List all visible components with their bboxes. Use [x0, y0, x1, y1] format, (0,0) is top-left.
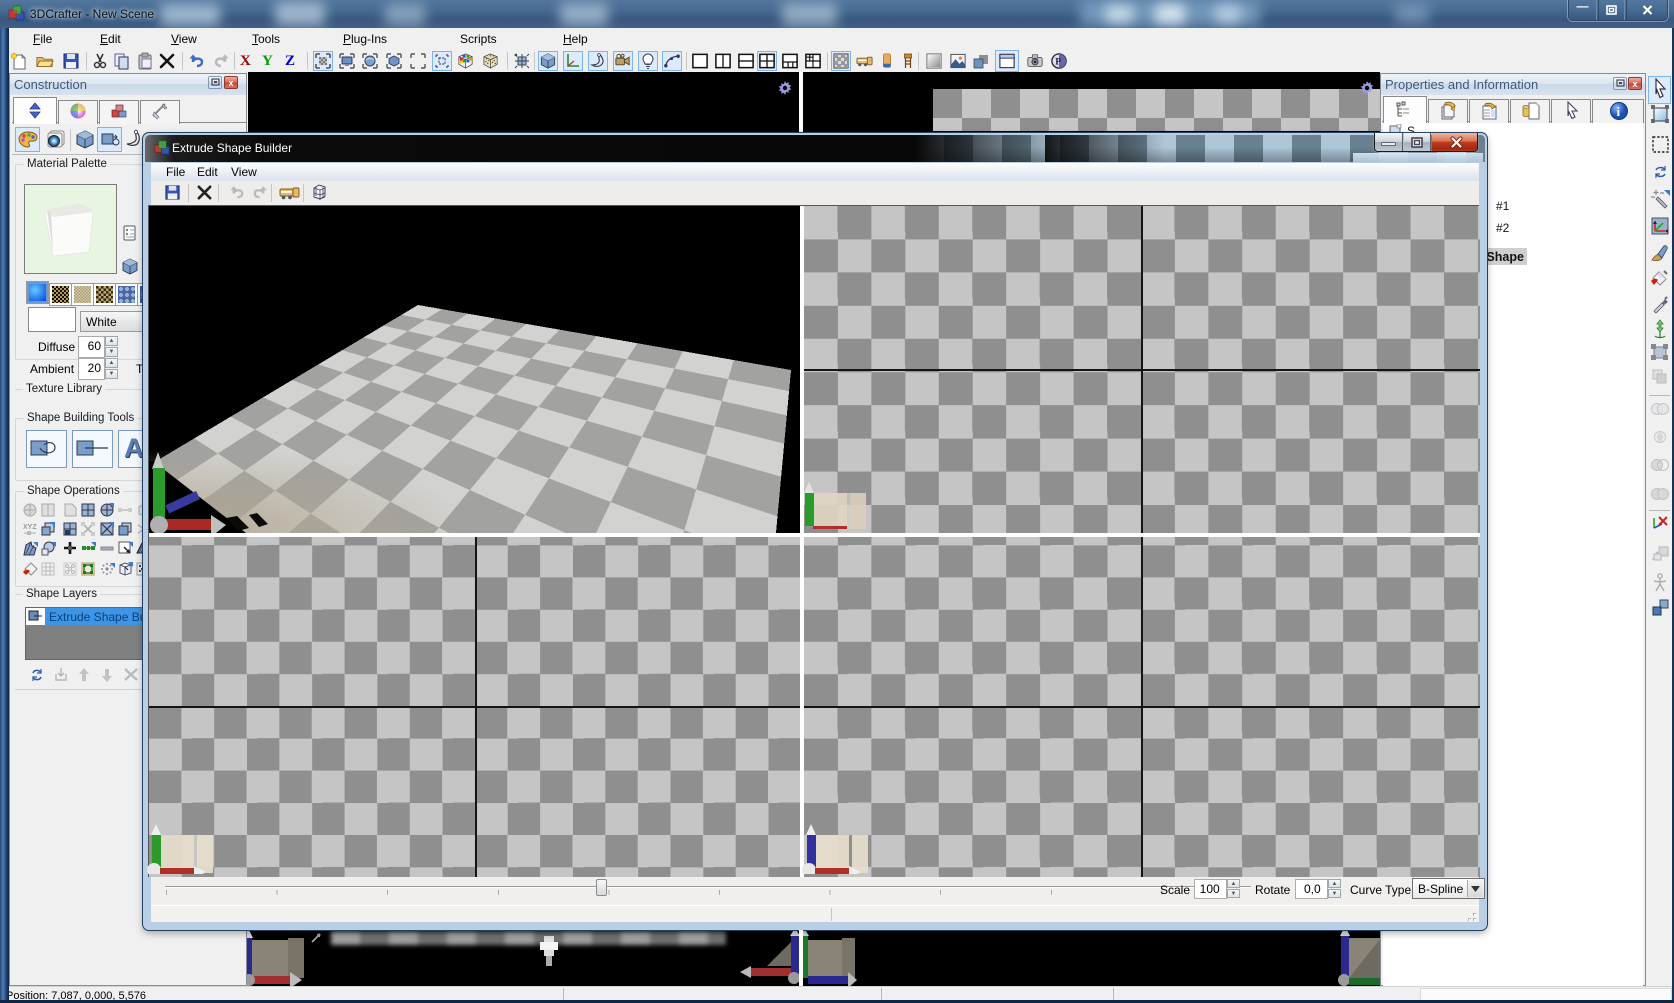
- svg-text:XYZ: XYZ: [23, 524, 37, 531]
- svg-text:P: P: [1055, 57, 1061, 67]
- svg-text:i: i: [1617, 104, 1621, 119]
